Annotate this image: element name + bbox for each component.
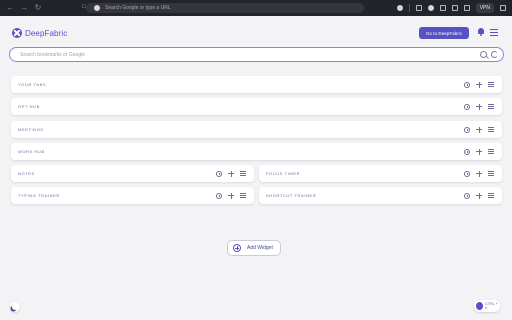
deepfabric-logo-icon: [12, 28, 22, 38]
bell-icon[interactable]: [478, 28, 484, 36]
forward-icon[interactable]: →: [20, 4, 28, 12]
menu-icon[interactable]: [500, 5, 506, 11]
add-widget-label: Add Widget: [247, 245, 273, 251]
menu-lines-icon[interactable]: [488, 104, 494, 109]
move-icon[interactable]: [476, 148, 482, 155]
widget-actions: [464, 192, 494, 199]
widget-gpt-hub[interactable]: GPT HUB: [11, 98, 502, 115]
google-icon: [94, 5, 100, 11]
widget-label: SHORTCUT TRAINER: [266, 193, 317, 198]
widget-label: GPT HUB: [18, 104, 40, 109]
pen-icon[interactable]: [415, 5, 422, 11]
browser-extensions: VPN: [396, 3, 506, 13]
search-input[interactable]: Search bookmarks or Google: [20, 52, 85, 58]
omnibox-placeholder: Search Google or type a URL: [105, 5, 171, 11]
menu-lines-icon[interactable]: [488, 82, 494, 87]
search-bar[interactable]: Search bookmarks or Google: [9, 47, 504, 62]
shortcut-label: CTRL + K: [485, 302, 499, 310]
clock-icon[interactable]: [464, 170, 470, 177]
widget-label: NOTES: [18, 171, 35, 176]
menu-lines-icon[interactable]: [240, 193, 246, 198]
clock-icon[interactable]: [464, 126, 470, 133]
back-icon[interactable]: ←: [6, 4, 14, 12]
clock-icon[interactable]: [464, 81, 470, 88]
extension-icon[interactable]: [427, 5, 434, 11]
loading-spinner-icon: [491, 51, 498, 58]
clock-icon[interactable]: [464, 103, 470, 110]
add-widget-button[interactable]: Add Widget: [227, 240, 281, 256]
menu-lines-icon[interactable]: [488, 127, 494, 132]
deepfabric-logo[interactable]: DeepFabric: [12, 28, 67, 38]
widget-typing-trainer[interactable]: TYPING TRAINER: [11, 187, 254, 204]
widget-actions: [464, 170, 494, 177]
command-palette-button[interactable]: CTRL + K: [474, 300, 500, 312]
wallet-icon[interactable]: [463, 5, 470, 11]
widget-work-hub[interactable]: WORK HUB: [11, 143, 502, 160]
go-to-deepfabric-button[interactable]: Go to DeepFabric: [419, 27, 469, 39]
move-icon[interactable]: [476, 126, 482, 133]
move-icon[interactable]: [476, 170, 482, 177]
clock-icon[interactable]: [464, 192, 470, 199]
widget-actions: [216, 192, 246, 199]
widget-actions: [464, 103, 494, 110]
command-icon: [476, 302, 484, 310]
clock-icon[interactable]: [464, 148, 470, 155]
move-icon[interactable]: [228, 170, 234, 177]
widget-label: TYPING TRAINER: [18, 193, 60, 198]
logo-text: DeepFabric: [25, 28, 68, 38]
move-icon[interactable]: [228, 192, 234, 199]
hamburger-menu-icon[interactable]: [490, 29, 498, 36]
brave-shield-icon[interactable]: [396, 5, 403, 11]
browser-nav: ← → ↻: [6, 4, 42, 12]
new-tab-page: DeepFabric Go to DeepFabric Search bookm…: [0, 16, 512, 320]
widget-label: WORK HUB: [18, 149, 45, 154]
omnibox[interactable]: Search Google or type a URL: [86, 3, 364, 13]
menu-lines-icon[interactable]: [488, 149, 494, 154]
widget-actions: [464, 126, 494, 133]
move-icon[interactable]: [476, 192, 482, 199]
widget-focus-timer[interactable]: FOCUS TIMER: [259, 165, 502, 182]
clock-icon[interactable]: [216, 170, 222, 177]
puzzle-icon[interactable]: [439, 5, 446, 11]
widget-actions: [464, 148, 494, 155]
widget-actions: [216, 170, 246, 177]
plus-circle-icon: [233, 244, 241, 252]
menu-lines-icon[interactable]: [488, 171, 494, 176]
widget-meetings[interactable]: MEETINGS: [11, 121, 502, 138]
widget-actions: [464, 81, 494, 88]
widget-label: YOUR TABS: [18, 82, 47, 87]
vpn-button[interactable]: VPN: [475, 3, 494, 13]
widget-shortcut-trainer[interactable]: SHORTCUT TRAINER: [259, 187, 502, 204]
browser-toolbar: ← → ↻ □ Search Google or type a URL VPN: [0, 0, 512, 16]
widget-your-tabs[interactable]: YOUR TABS: [11, 76, 502, 93]
move-icon[interactable]: [476, 81, 482, 88]
widget-label: FOCUS TIMER: [266, 171, 301, 176]
search-icon[interactable]: [480, 51, 487, 58]
menu-lines-icon[interactable]: [488, 193, 494, 198]
move-icon[interactable]: [476, 103, 482, 110]
dark-mode-toggle-icon[interactable]: [10, 302, 20, 312]
menu-lines-icon[interactable]: [240, 171, 246, 176]
divider: [408, 4, 410, 12]
reload-icon[interactable]: ↻: [34, 4, 42, 12]
widget-label: MEETINGS: [18, 127, 44, 132]
clock-icon[interactable]: [216, 192, 222, 199]
sidebar-icon[interactable]: [451, 5, 458, 11]
widget-notes[interactable]: NOTES: [11, 165, 254, 182]
